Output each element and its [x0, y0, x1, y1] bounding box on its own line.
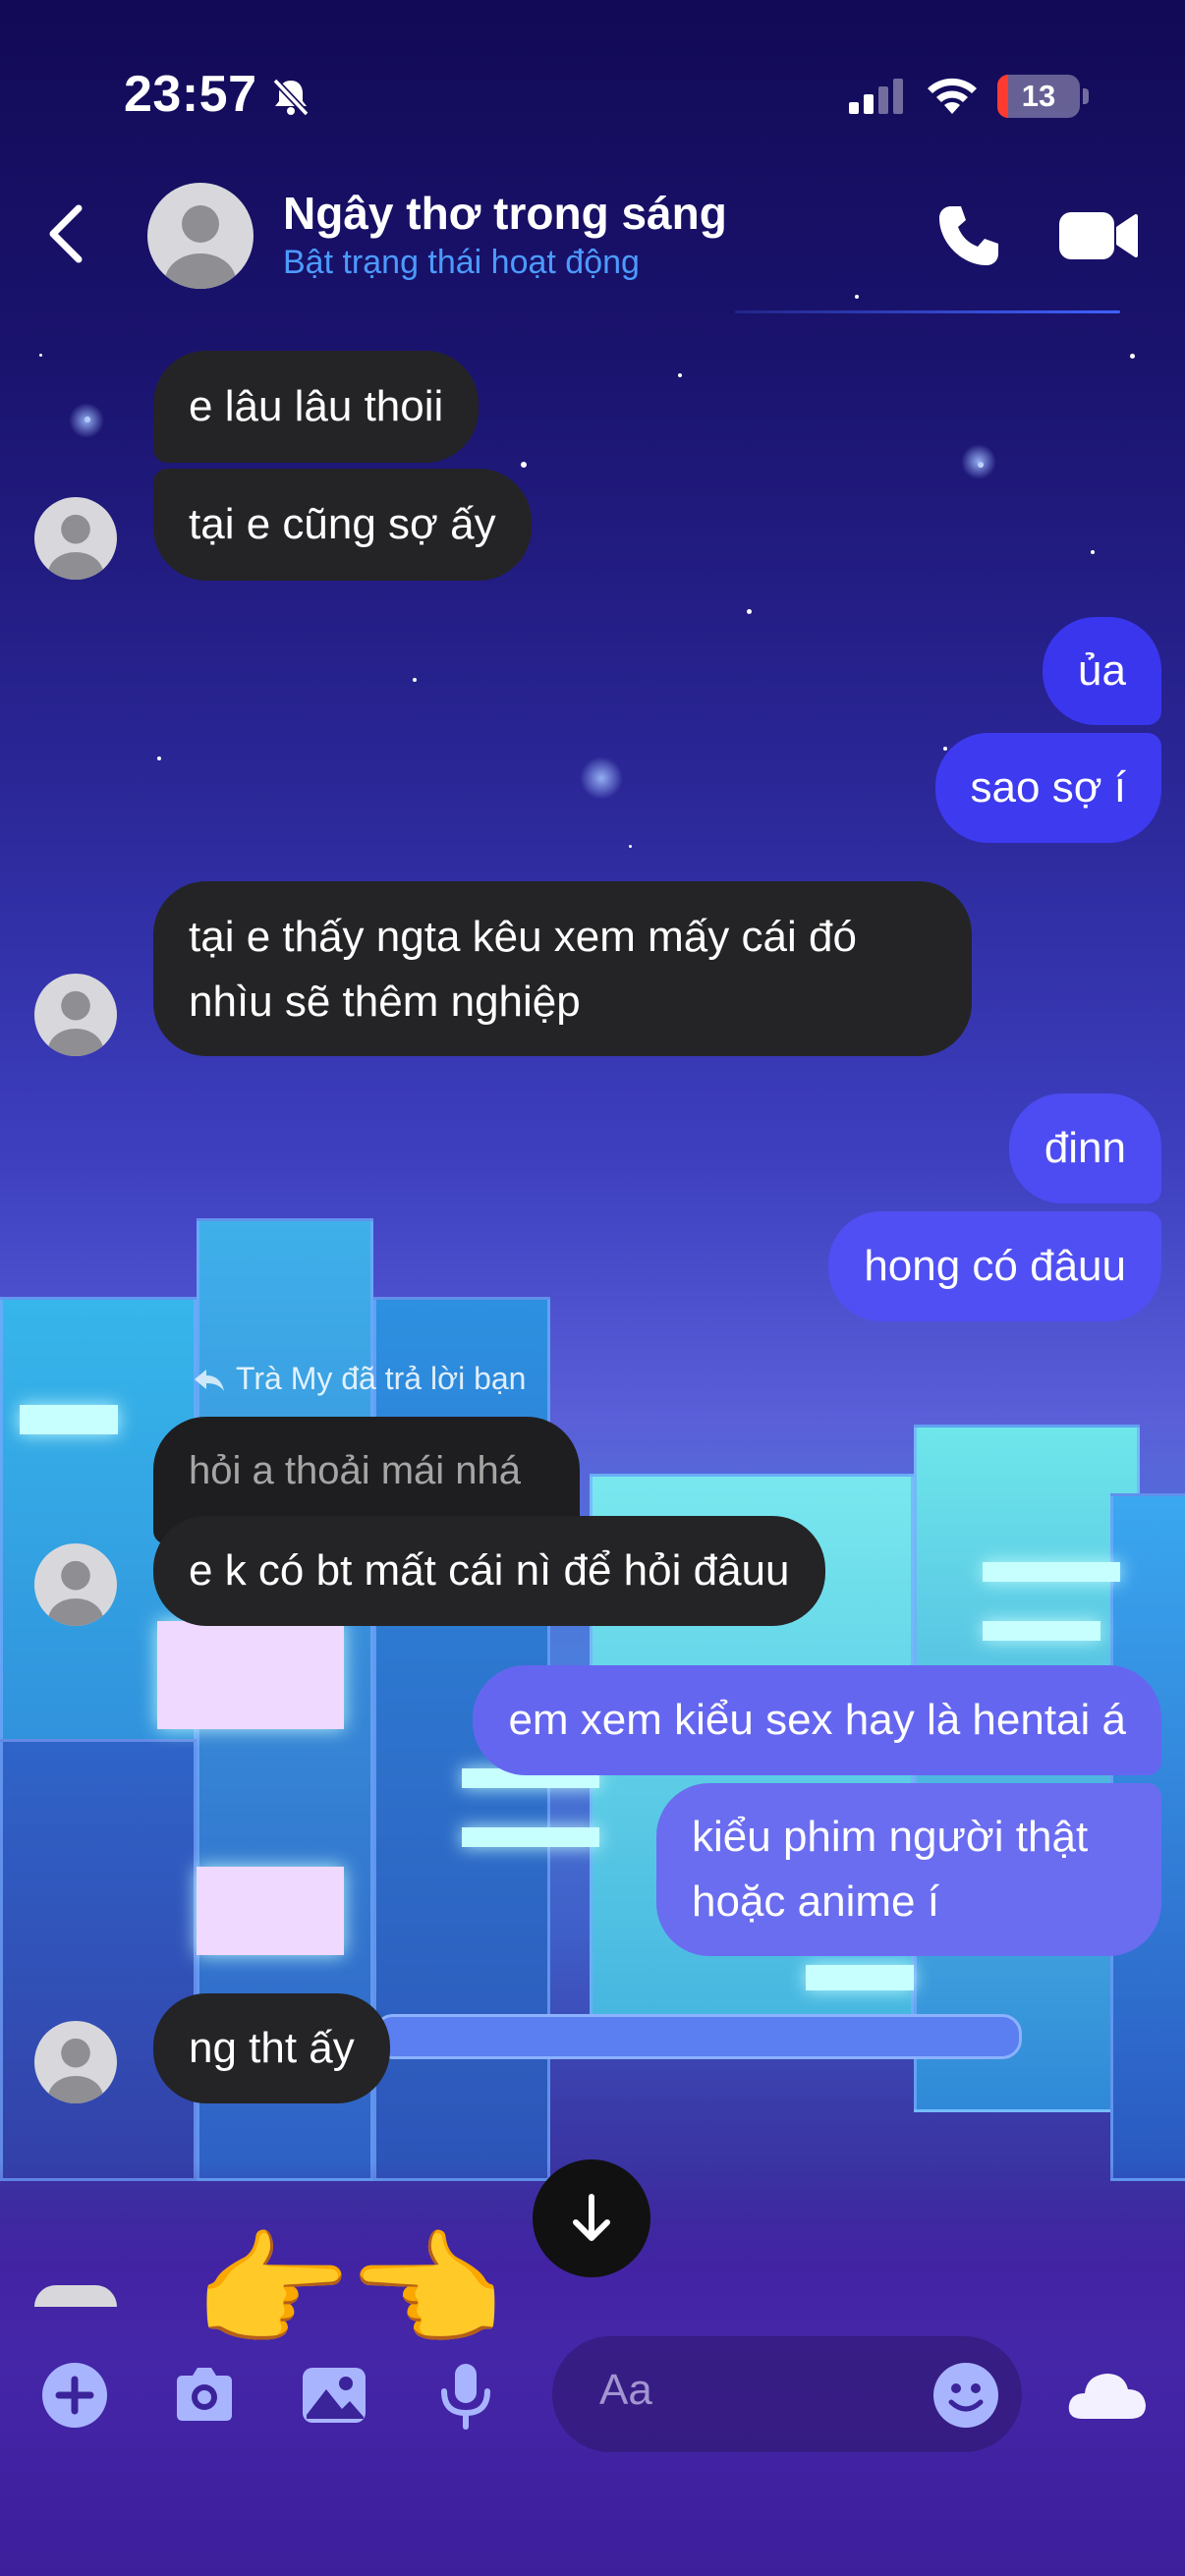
message-outgoing[interactable]: sao sợ í: [934, 733, 1161, 843]
message-outgoing[interactable]: hong có đâuu: [828, 1211, 1161, 1321]
message-incoming[interactable]: tại e cũng sợ ấy: [153, 469, 532, 581]
sender-avatar[interactable]: [34, 497, 117, 580]
sender-avatar[interactable]: [34, 974, 117, 1056]
status-time: 23:57: [124, 66, 257, 123]
message-outgoing[interactable]: em xem kiểu sex hay là hentai á: [473, 1665, 1161, 1775]
default-avatar-icon: [48, 514, 103, 580]
default-avatar-icon: [48, 990, 103, 1056]
contact-avatar[interactable]: [147, 183, 254, 289]
image-icon[interactable]: [299, 2360, 369, 2431]
status-bar: 23:57 13: [0, 0, 1185, 187]
phone-icon[interactable]: [933, 200, 1004, 271]
battery-cap: [1083, 88, 1089, 104]
message-incoming[interactable]: ng tht ấy: [153, 1993, 390, 2103]
battery-icon: 13: [997, 75, 1080, 118]
sender-avatar[interactable]: [34, 2285, 117, 2307]
message-incoming[interactable]: e k có bt mất cái nì để hỏi đâuu: [153, 1516, 825, 1626]
reply-indicator: Trà My đã trả lời bạn: [193, 1361, 526, 1397]
message-input-placeholder[interactable]: Aa: [599, 2366, 652, 2415]
sender-avatar[interactable]: [34, 1543, 117, 1626]
default-avatar-icon: [48, 1560, 103, 1626]
sender-avatar[interactable]: [34, 2021, 117, 2103]
video-camera-icon[interactable]: [1057, 208, 1140, 263]
smiley-icon[interactable]: [931, 2361, 1000, 2430]
plus-icon[interactable]: [39, 2360, 110, 2431]
back-chevron-icon[interactable]: [41, 202, 90, 265]
default-avatar-icon: [48, 2038, 103, 2103]
contact-name[interactable]: Ngây thơ trong sáng: [283, 187, 727, 240]
active-status-subtitle[interactable]: Bật trạng thái hoạt động: [283, 244, 640, 282]
microphone-icon[interactable]: [430, 2360, 501, 2431]
message-incoming[interactable]: e lâu lâu thoii: [153, 351, 480, 463]
scroll-to-bottom-button[interactable]: [533, 2159, 650, 2277]
message-outgoing[interactable]: ủa: [1043, 617, 1161, 725]
arrow-down-icon: [573, 2194, 610, 2241]
default-avatar-icon: [165, 205, 236, 289]
message-outgoing[interactable]: đinn: [1008, 1093, 1161, 1204]
message-outgoing[interactable]: kiểu phim người thật hoặc anime í: [656, 1783, 1161, 1956]
header-divider: [735, 310, 1120, 313]
cellular-signal-icon: [849, 79, 903, 114]
emoji-message[interactable]: 👉👈: [193, 2222, 505, 2360]
cloud-icon[interactable]: [1065, 2364, 1148, 2425]
wifi-icon: [928, 78, 977, 114]
bell-slash-icon: [272, 78, 310, 117]
camera-icon[interactable]: [169, 2360, 240, 2431]
battery-percentage: 13: [1021, 79, 1056, 113]
message-incoming[interactable]: tại e thấy ngta kêu xem mấy cái đó nhìu …: [153, 881, 972, 1056]
reply-arrow-icon: [195, 1370, 224, 1391]
